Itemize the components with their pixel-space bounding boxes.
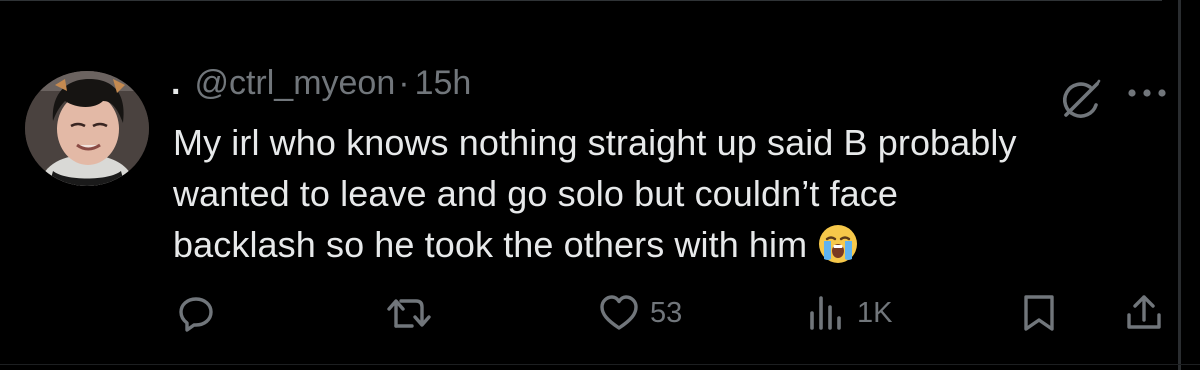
- bookmark-button[interactable]: [1020, 290, 1058, 336]
- reply-button[interactable]: [176, 290, 216, 336]
- share-button[interactable]: [1124, 290, 1164, 336]
- loudly-crying-face-icon: [817, 223, 859, 265]
- header-separator: ·: [398, 63, 410, 102]
- heart-icon: [600, 295, 638, 330]
- avatar[interactable]: [25, 71, 149, 186]
- reply-icon: [179, 297, 213, 332]
- timestamp[interactable]: 15h: [415, 64, 472, 103]
- retweet-icon: [387, 299, 431, 328]
- views-button[interactable]: 1K: [807, 290, 892, 336]
- tweet-header: . @ctrl_myeon · 15h: [171, 62, 471, 104]
- user-handle[interactable]: @ctrl_myeon: [194, 64, 395, 103]
- tweet-text-line-content: backlash so he took the others with him: [173, 224, 808, 265]
- share-icon: [1127, 295, 1161, 329]
- tweet-text-line: backlash so he took the others with him: [173, 219, 1173, 270]
- tweet-text-line: wanted to leave and go solo but couldn’t…: [173, 173, 899, 214]
- display-name[interactable]: .: [171, 64, 180, 103]
- top-divider: [0, 0, 1162, 1]
- scroll-divider: [1178, 0, 1181, 370]
- more-icon[interactable]: [1126, 83, 1168, 103]
- retweet-button[interactable]: [385, 290, 433, 336]
- bottom-divider: [0, 364, 1200, 365]
- grok-icon[interactable]: [1057, 78, 1103, 122]
- like-count: 53: [650, 296, 683, 329]
- tweet-text-line: My irl who knows nothing straight up sai…: [173, 122, 1017, 163]
- views-count: 1K: [857, 296, 893, 329]
- views-chart-icon: [810, 296, 841, 330]
- bookmark-icon: [1024, 295, 1054, 331]
- like-button[interactable]: 53: [598, 290, 682, 336]
- tweet-text: My irl who knows nothing straight up sai…: [173, 117, 1173, 270]
